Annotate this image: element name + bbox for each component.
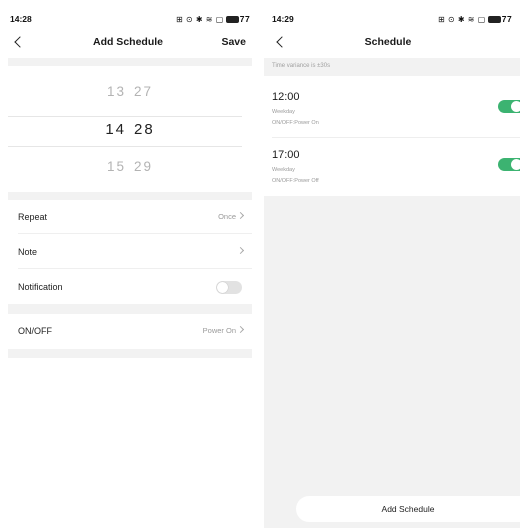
- nav-bar: Schedule: [272, 34, 504, 54]
- schedule-repeat: Weekday: [272, 167, 295, 173]
- picker-hour: 15: [106, 159, 126, 174]
- schedule-toggle[interactable]: [498, 158, 520, 171]
- row-divider: [18, 233, 252, 234]
- status-bar: 14:28 ⊞ ⊙ ✱ ≋ ▢ 77: [10, 14, 250, 26]
- onoff-row[interactable]: ON/OFF Power On: [8, 314, 252, 348]
- picker-hour: 14: [105, 121, 126, 138]
- schedule-time: 12:00: [272, 91, 300, 103]
- status-time: 14:28: [10, 14, 32, 24]
- chevron-right-icon: [236, 246, 245, 255]
- toggle-knob: [217, 282, 228, 293]
- notification-row: Notification: [8, 270, 252, 304]
- divider-band: [8, 304, 252, 314]
- picker-minute: 27: [134, 84, 154, 99]
- note-label: Note: [18, 247, 38, 257]
- schedule-time: 17:00: [272, 149, 300, 161]
- toggle-knob: [511, 101, 520, 112]
- onoff-value: Power On: [202, 326, 236, 335]
- time-variance-text: Time variance is ±30s: [272, 63, 331, 69]
- status-indicator-icons: ⊞ ⊙ ✱ ≋ ▢: [176, 15, 224, 24]
- page-title: Schedule: [364, 36, 412, 48]
- notification-label: Notification: [18, 282, 63, 292]
- status-indicator-icons: ⊞ ⊙ ✱ ≋ ▢: [438, 15, 486, 24]
- picker-selection-line-bottom: [8, 146, 242, 147]
- toggle-knob: [511, 159, 520, 170]
- picker-row-selected[interactable]: 14 28: [8, 121, 252, 138]
- onoff-label: ON/OFF: [18, 326, 52, 336]
- time-picker[interactable]: 13 27 14 28 15 29: [8, 68, 252, 192]
- battery-level: 77: [239, 14, 251, 24]
- repeat-value: Once: [218, 212, 236, 221]
- schedule-item[interactable]: 12:00 Weekday ON/OFF:Power On: [264, 80, 520, 138]
- picker-minute: 28: [134, 121, 155, 138]
- row-divider: [18, 268, 252, 269]
- status-bar: 14:29 ⊞ ⊙ ✱ ≋ ▢ 77: [272, 14, 518, 26]
- notification-toggle[interactable]: [216, 281, 242, 294]
- chevron-right-icon: [236, 325, 245, 334]
- schedule-list-screen: 14:29 ⊞ ⊙ ✱ ≋ ▢ 77 Schedule Time variance…: [264, 0, 520, 528]
- repeat-label: Repeat: [18, 212, 48, 222]
- picker-hour: 13: [106, 84, 126, 99]
- divider-band: [8, 192, 252, 200]
- add-schedule-button[interactable]: Add Schedule: [296, 496, 520, 522]
- schedule-item[interactable]: 17:00 Weekday ON/OFF:Power Off: [264, 138, 520, 196]
- battery-level: 77: [501, 14, 513, 24]
- chevron-right-icon: [236, 211, 245, 220]
- schedule-repeat: Weekday: [272, 109, 295, 115]
- repeat-row[interactable]: Repeat Once: [8, 200, 252, 234]
- schedule-toggle[interactable]: [498, 100, 520, 113]
- battery-icon: [487, 16, 501, 23]
- nav-bar: Add Schedule Save: [10, 34, 246, 54]
- note-row[interactable]: Note: [8, 235, 252, 269]
- picker-selection-line-top: [8, 116, 242, 117]
- schedule-action: ON/OFF:Power On: [272, 120, 319, 126]
- schedule-action: ON/OFF:Power Off: [272, 178, 319, 184]
- picker-minute: 29: [134, 159, 154, 174]
- add-schedule-screen: 14:28 ⊞ ⊙ ✱ ≋ ▢ 77 Add Schedule Save 13 27…: [0, 0, 260, 528]
- page-title: Add Schedule: [92, 36, 163, 48]
- status-time: 14:29: [272, 14, 294, 24]
- battery-icon: [225, 16, 239, 23]
- divider-band: [8, 58, 252, 66]
- divider-band: [8, 349, 252, 358]
- empty-list-area: [264, 196, 520, 528]
- picker-row-prev[interactable]: 13 27: [8, 84, 252, 99]
- save-button[interactable]: Save: [221, 36, 246, 48]
- picker-row-next[interactable]: 15 29: [8, 159, 252, 174]
- status-icons: ⊞ ⊙ ✱ ≋ ▢ 77: [176, 14, 250, 24]
- status-icons: ⊞ ⊙ ✱ ≋ ▢ 77: [438, 14, 512, 24]
- time-variance-banner: Time variance is ±30s: [264, 58, 520, 76]
